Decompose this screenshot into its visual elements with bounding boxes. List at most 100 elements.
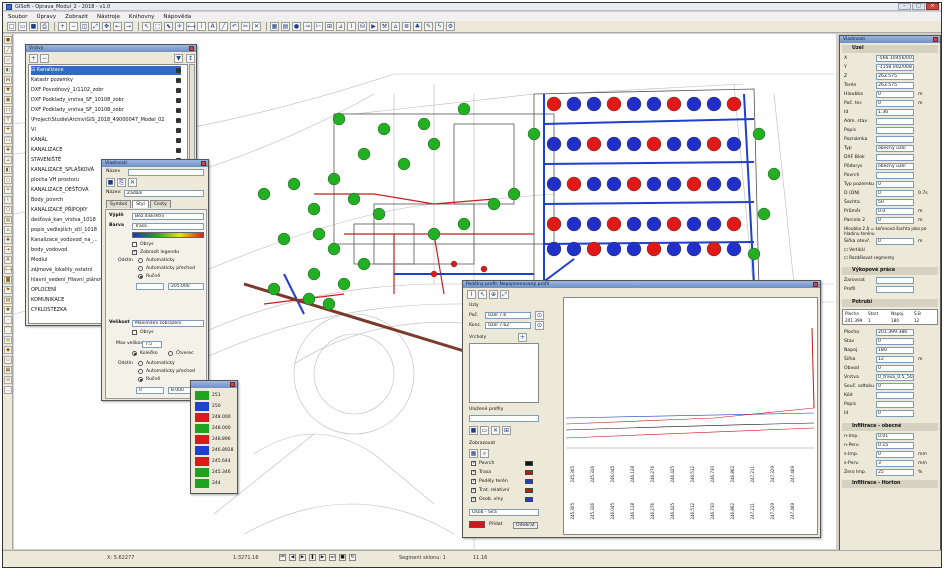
network-node[interactable] — [606, 176, 622, 192]
close-icon[interactable] — [189, 46, 194, 51]
network-node[interactable] — [372, 207, 386, 221]
visibility-icon[interactable] — [176, 98, 181, 103]
maximize-button[interactable]: □ — [912, 3, 925, 10]
property-value[interactable]: obecný uzel — [876, 145, 914, 152]
export-profile-icon[interactable]: ⊞ — [502, 426, 511, 435]
network-node[interactable] — [566, 176, 582, 192]
visibility-icon[interactable] — [176, 148, 181, 153]
property-value[interactable]: 0.01 — [876, 433, 914, 440]
report-icon[interactable]: ≣ — [402, 22, 411, 31]
network-node[interactable] — [267, 282, 281, 296]
draw-weir-icon[interactable]: ⊓ — [4, 106, 12, 114]
network-node[interactable] — [566, 216, 582, 232]
network-node[interactable] — [586, 136, 602, 152]
remove-layer-icon[interactable]: − — [40, 54, 49, 63]
close-button[interactable]: × — [926, 3, 939, 10]
draw-pump-icon[interactable]: ◐ — [4, 66, 12, 74]
layer-item[interactable]: DXF Podklady_vrstva_SF_10108_zobr — [31, 106, 181, 115]
run-icon[interactable]: ▶ — [369, 22, 378, 31]
zoom-extent-icon[interactable]: ⤢ — [91, 22, 100, 31]
network-node[interactable] — [427, 227, 441, 241]
network-node[interactable] — [686, 176, 702, 192]
visibility-icon[interactable] — [176, 128, 181, 133]
property-value[interactable]: 0.0 — [876, 208, 914, 215]
draw-valve-icon[interactable]: ⋈ — [4, 76, 12, 84]
pan-icon[interactable]: ✥ — [102, 22, 111, 31]
node-icon[interactable]: ● — [292, 22, 301, 31]
draw-misc-icon[interactable]: … — [4, 386, 12, 394]
draw-storage-icon[interactable]: ▣ — [4, 96, 12, 104]
profile-header[interactable]: Podélný profil: Nepojmenovaný profil — [463, 281, 820, 288]
network-node[interactable] — [606, 136, 622, 152]
display-checkbox[interactable] — [471, 478, 476, 484]
vertices-list[interactable] — [469, 343, 539, 403]
properties-header[interactable]: Vlastnosti — [840, 36, 940, 43]
draw-tree-icon[interactable]: ♣ — [4, 236, 12, 244]
add-vertex-icon[interactable]: + — [518, 333, 527, 342]
save-icon[interactable]: ■ — [29, 22, 38, 31]
network-node[interactable] — [566, 96, 582, 112]
network-node[interactable] — [747, 247, 761, 261]
layer-item[interactable]: KANALIZACE — [31, 146, 181, 155]
pipe-table[interactable]: Plocha Start Napoj. Š.B 201.399 1 180 12 — [842, 309, 938, 325]
table-icon[interactable]: ⊞ — [325, 22, 334, 31]
property-value[interactable]: 25 — [876, 469, 914, 476]
style-dialog-header[interactable]: Vlastnosti — [102, 160, 208, 167]
property-value[interactable]: 1.36 — [876, 109, 914, 116]
network-node[interactable] — [606, 241, 622, 257]
network-node[interactable] — [357, 147, 371, 161]
network-node[interactable] — [457, 217, 471, 231]
auto2-radio[interactable] — [138, 361, 143, 366]
network-node[interactable] — [546, 136, 562, 152]
network-node[interactable] — [706, 241, 722, 257]
network-node[interactable] — [626, 176, 642, 192]
to-node-field[interactable]: Uzel 7.62 — [485, 322, 531, 329]
property-value[interactable]: 0 — [876, 451, 914, 458]
tree-icon[interactable]: ♣ — [413, 22, 422, 31]
property-value[interactable]: 0 — [876, 338, 914, 345]
visibility-icon[interactable] — [176, 108, 181, 113]
property-value[interactable]: -1158.002/008 — [876, 64, 914, 71]
network-node[interactable] — [666, 96, 682, 112]
network-node[interactable] — [480, 265, 488, 273]
value-from-field[interactable]: 0 — [136, 387, 164, 394]
property-section-header[interactable]: Infiltrace - Horton — [842, 480, 938, 488]
display-color-swatch[interactable] — [525, 488, 533, 493]
minimize-button[interactable]: – — [898, 3, 911, 10]
tab-style[interactable]: Styl — [132, 200, 149, 208]
network-node[interactable] — [626, 241, 642, 257]
property-value[interactable]: 0 — [876, 100, 914, 107]
property-section-header[interactable]: Infiltrace - obecné — [842, 423, 938, 431]
network-node[interactable] — [606, 216, 622, 232]
network-node[interactable] — [507, 187, 521, 201]
tab-symbol[interactable]: Symbol — [106, 200, 132, 208]
max-size-field[interactable]: 7.5 — [142, 341, 162, 348]
network-node[interactable] — [586, 241, 602, 257]
layer-item[interactable]: \Project\Studie\Archiv\GIS_2018_49000047… — [31, 116, 181, 125]
menu-edit[interactable]: Úpravy — [36, 14, 56, 20]
draw-pin-icon[interactable]: ⊙ — [4, 376, 12, 384]
pause-icon[interactable]: ❚ — [309, 554, 316, 561]
property-value[interactable]: 263.575 — [876, 73, 914, 80]
network-node[interactable] — [307, 202, 321, 216]
network-node[interactable] — [706, 176, 722, 192]
network-node[interactable] — [327, 172, 341, 186]
loop-icon[interactable]: ↻ — [349, 554, 356, 561]
chart-icon[interactable]: ⊿ — [336, 22, 345, 31]
zoom-window-icon[interactable]: ◫ — [80, 22, 89, 31]
layer-item[interactable]: ⊟ Kanalizace — [31, 66, 181, 75]
circle-radio[interactable] — [132, 351, 137, 356]
property-section-header[interactable]: Výkopové práce — [842, 267, 938, 275]
split-icon[interactable]: ⊢ — [314, 22, 323, 31]
pointer-icon[interactable]: ⬉ — [164, 22, 173, 31]
network-node[interactable] — [726, 136, 742, 152]
property-value[interactable]: 201.399.386 — [876, 329, 914, 336]
select-area-icon[interactable]: ⬚ — [153, 22, 162, 31]
menu-libraries[interactable]: Knihovny — [129, 14, 154, 20]
property-value[interactable] — [876, 127, 914, 134]
fill-select[interactable]: Bez diskrétní — [132, 213, 204, 220]
draw-catchment-icon[interactable]: ⬠ — [4, 136, 12, 144]
profile-fit-icon[interactable]: ⤢ — [500, 290, 509, 299]
network-node[interactable] — [666, 136, 682, 152]
network-node[interactable] — [257, 187, 271, 201]
